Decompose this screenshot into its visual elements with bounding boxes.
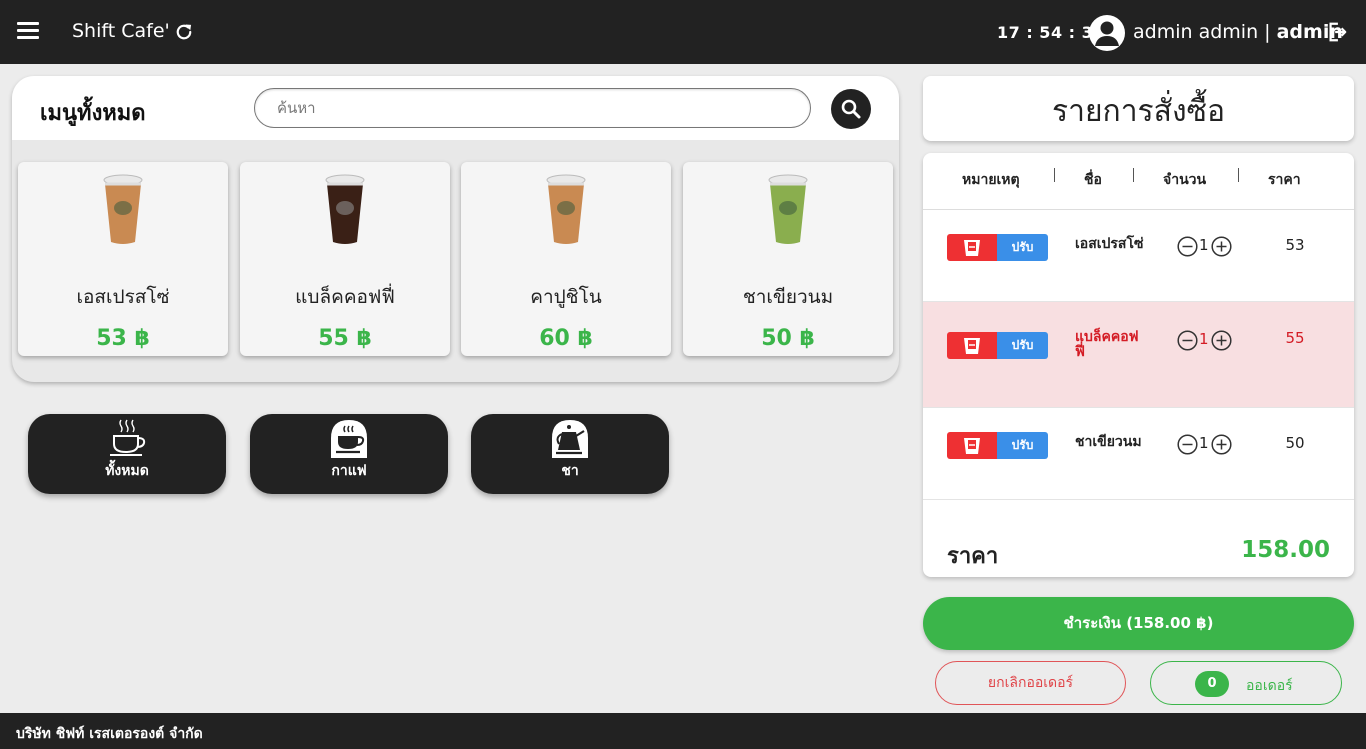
product-card-black-coffee[interactable]: แบล็คคอฟฟี่ 55 ฿ <box>240 162 450 356</box>
menu-panel: เมนูทั้งหมด เอสเปรสโซ่ 53 ฿ แบล็คคอฟฟี่ … <box>12 76 899 382</box>
product-name: คาปูชิโน <box>530 286 602 308</box>
decrease-qty-icon[interactable] <box>1177 236 1198 257</box>
coffee-icon <box>331 420 367 458</box>
orders-button[interactable]: 0 ออเดอร์ <box>1150 661 1342 705</box>
hamburger-menu-icon[interactable] <box>17 22 39 42</box>
category-tea-button[interactable]: ชา <box>471 414 669 494</box>
user-avatar-icon[interactable] <box>1089 15 1125 51</box>
adjust-item-button[interactable]: ปรับ <box>997 432 1048 459</box>
column-header-price: ราคา <box>1268 172 1301 188</box>
decrease-qty-icon[interactable] <box>1177 434 1198 455</box>
product-name: แบล็คคอฟฟี่ <box>295 286 395 308</box>
trash-icon <box>964 338 980 354</box>
user-name: admin admin <box>1133 21 1259 43</box>
app-title: Shift Cafe' <box>72 20 170 42</box>
refresh-icon[interactable] <box>174 22 194 42</box>
order-item-name: แบล็คคอฟฟี่ <box>1075 329 1139 360</box>
search-button[interactable] <box>831 89 871 129</box>
iced-coffee-cup-icon <box>103 174 143 244</box>
search-icon <box>841 99 861 119</box>
order-item-qty: 1 <box>1199 434 1209 452</box>
trash-icon <box>964 438 980 454</box>
search-input[interactable] <box>254 88 811 128</box>
pay-button[interactable]: ชำระเงิน (158.00 ฿) <box>923 597 1354 650</box>
delete-item-button[interactable] <box>947 432 997 459</box>
iced-coffee-cup-icon <box>325 174 365 244</box>
footer: บริษัท ชิฟท์ เรสเตอรองต์ จำกัด <box>0 713 1366 749</box>
order-item-price: 53 <box>1285 236 1305 254</box>
menu-header: เมนูทั้งหมด <box>12 76 899 140</box>
delete-item-button[interactable] <box>947 332 997 359</box>
order-row: ปรับ เอสเปรสโซ่ 1 53 <box>923 210 1354 302</box>
order-item-name: เอสเปรสโซ่ <box>1075 236 1144 252</box>
product-price: 60 ฿ <box>539 326 593 351</box>
category-coffee-button[interactable]: กาแฟ <box>250 414 448 494</box>
increase-qty-icon[interactable] <box>1211 330 1232 351</box>
logout-icon[interactable] <box>1326 21 1348 43</box>
order-item-price: 50 <box>1285 434 1305 452</box>
order-title: รายการสั่งซื้อ <box>1052 94 1225 129</box>
adjust-item-button[interactable]: ปรับ <box>997 234 1048 261</box>
increase-qty-icon[interactable] <box>1211 434 1232 455</box>
orders-button-label: ออเดอร์ <box>1246 678 1293 694</box>
column-divider <box>1133 168 1134 182</box>
user-label: admin admin | admin <box>1133 21 1343 43</box>
order-item-qty: 1 <box>1199 236 1209 254</box>
column-header-qty: จำนวน <box>1163 172 1207 188</box>
order-table: หมายเหตุ ชื่อ จำนวน ราคา ปรับ เอสเปรสโซ่… <box>923 153 1354 577</box>
trash-icon <box>964 240 980 256</box>
product-price: 50 ฿ <box>761 326 815 351</box>
product-card-cappuccino[interactable]: คาปูชิโน 60 ฿ <box>461 162 671 356</box>
company-name: บริษัท ชิฟท์ เรสเตอรองต์ จำกัด <box>16 726 203 742</box>
coffee-cup-icon <box>110 419 146 456</box>
category-label: ชา <box>561 463 579 479</box>
column-header-note: หมายเหตุ <box>962 172 1020 188</box>
product-price: 55 ฿ <box>318 326 372 351</box>
category-all-button[interactable]: ทั้งหมด <box>28 414 226 494</box>
total-value: 158.00 <box>1241 537 1330 563</box>
column-divider <box>1054 168 1055 182</box>
column-header-name: ชื่อ <box>1084 172 1102 188</box>
order-header: รายการสั่งซื้อ <box>923 76 1354 141</box>
product-card-espresso[interactable]: เอสเปรสโซ่ 53 ฿ <box>18 162 228 356</box>
order-item-qty: 1 <box>1199 330 1209 348</box>
teapot-icon <box>552 420 588 458</box>
increase-qty-icon[interactable] <box>1211 236 1232 257</box>
iced-coffee-cup-icon <box>546 174 586 244</box>
product-card-green-tea[interactable]: ชาเขียวนม 50 ฿ <box>683 162 893 356</box>
delete-item-button[interactable] <box>947 234 997 261</box>
iced-tea-cup-icon <box>768 174 808 244</box>
column-divider <box>1238 168 1239 182</box>
top-bar: Shift Cafe' 17 : 54 : 31 admin admin | a… <box>0 0 1366 64</box>
decrease-qty-icon[interactable] <box>1177 330 1198 351</box>
category-label: กาแฟ <box>331 463 367 479</box>
menu-title: เมนูทั้งหมด <box>40 101 146 126</box>
order-row: ปรับ ชาเขียวนม 1 50 <box>923 408 1354 500</box>
order-item-price: 55 <box>1285 329 1305 347</box>
total-label: ราคา <box>947 544 999 569</box>
product-price: 53 ฿ <box>96 326 150 351</box>
user-separator: | <box>1258 21 1277 43</box>
order-item-name: ชาเขียวนม <box>1075 434 1142 450</box>
product-name: ชาเขียวนม <box>742 286 834 308</box>
cancel-order-button[interactable]: ยกเลิกออเดอร์ <box>935 661 1126 705</box>
product-name: เอสเปรสโซ่ <box>76 286 170 308</box>
adjust-item-button[interactable]: ปรับ <box>997 332 1048 359</box>
orders-count-badge: 0 <box>1195 671 1229 697</box>
order-row: ปรับ แบล็คคอฟฟี่ 1 55 <box>923 302 1354 408</box>
category-label: ทั้งหมด <box>105 463 149 479</box>
